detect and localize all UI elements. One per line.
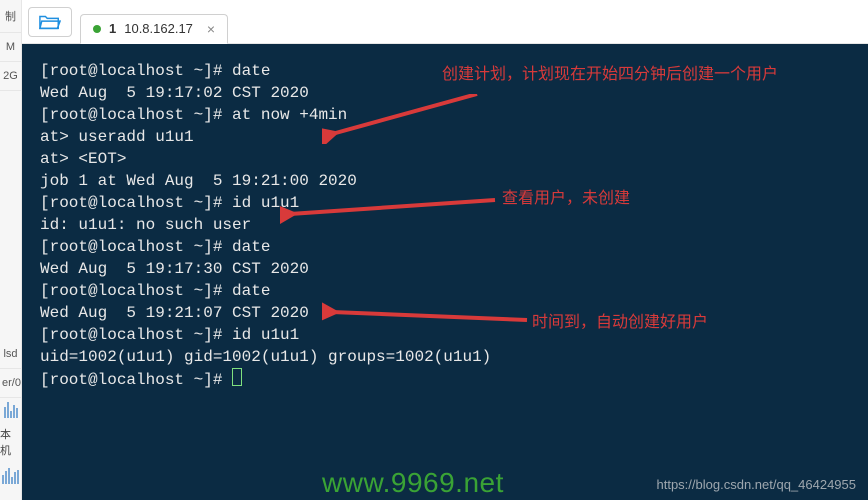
session-tab[interactable]: 1 10.8.162.17 × [80, 14, 228, 44]
terminal-line: at> <EOT> [40, 148, 858, 170]
tab-title: 10.8.162.17 [124, 21, 193, 36]
terminal[interactable]: [root@localhost ~]# date Wed Aug 5 19:17… [22, 44, 868, 500]
tab-bar: 1 10.8.162.17 × [22, 0, 868, 44]
annotation-text: 查看用户，未创建 [502, 188, 630, 210]
app-window: 制 M 2G lsd er/0 本机 1 10.8.162.17 [0, 0, 868, 500]
cursor-icon [232, 368, 242, 386]
source-url: https://blog.csdn.net/qq_46424955 [657, 474, 857, 496]
left-sidebar: 制 M 2G lsd er/0 本机 [0, 0, 22, 500]
activity-bars-icon [3, 398, 19, 420]
terminal-line: Wed Aug 5 19:21:07 CST 2020 [40, 302, 858, 324]
sidebar-item: 本机 [0, 420, 21, 464]
terminal-line: [root@localhost ~]# id u1u1 [40, 324, 858, 346]
sidebar-item: lsd [0, 340, 21, 369]
sidebar-item: 制 [0, 0, 21, 33]
terminal-line: [root@localhost ~]# at now +4min [40, 104, 858, 126]
activity-bars-icon [1, 464, 20, 486]
main-area: 1 10.8.162.17 × [root@localhost ~]# date… [22, 0, 868, 500]
terminal-prompt-line: [root@localhost ~]# [40, 368, 858, 391]
terminal-line: Wed Aug 5 19:17:30 CST 2020 [40, 258, 858, 280]
annotation-text: 创建计划，计划现在开始四分钟后创建一个用户 [442, 64, 778, 86]
terminal-line: id: u1u1: no such user [40, 214, 858, 236]
open-folder-button[interactable] [28, 7, 72, 37]
terminal-line: uid=1002(u1u1) gid=1002(u1u1) groups=100… [40, 346, 858, 368]
sidebar-item: M [0, 33, 21, 62]
tab-index: 1 [109, 21, 116, 36]
sidebar-item: 2G [0, 62, 21, 91]
watermark: www.9969.net [322, 472, 504, 494]
sidebar-item: er/0 [0, 369, 21, 398]
terminal-line: [root@localhost ~]# id u1u1 [40, 192, 858, 214]
terminal-line: at> useradd u1u1 [40, 126, 858, 148]
terminal-line: [root@localhost ~]# date [40, 280, 858, 302]
annotation-text: 时间到，自动创建好用户 [532, 312, 708, 334]
folder-open-icon [39, 13, 61, 31]
terminal-line: job 1 at Wed Aug 5 19:21:00 2020 [40, 170, 858, 192]
terminal-line: [root@localhost ~]# date [40, 236, 858, 258]
close-tab-button[interactable]: × [207, 21, 215, 37]
status-dot-icon [93, 25, 101, 33]
